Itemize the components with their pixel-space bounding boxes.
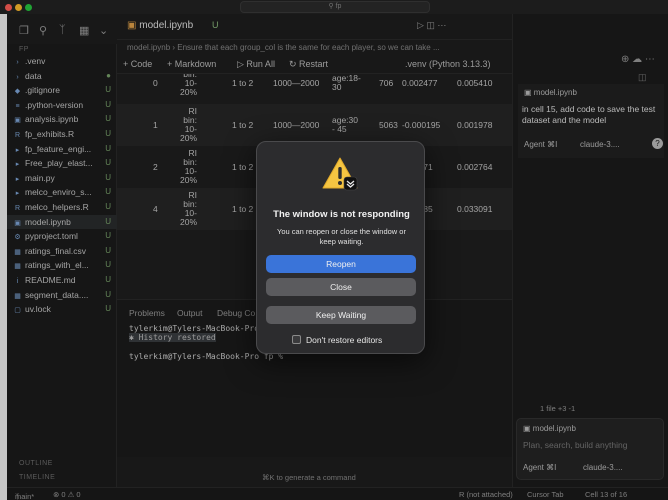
dialog-message: You can reopen or close the window or ke… [277, 227, 406, 246]
reopen-button[interactable]: Reopen [266, 255, 416, 273]
keep-waiting-button[interactable]: Keep Waiting [266, 306, 416, 324]
dont-restore-editors-checkbox[interactable]: Don't restore editors [292, 335, 382, 345]
checkbox-label: Don't restore editors [306, 335, 383, 345]
checkbox-box[interactable] [292, 335, 301, 344]
warning-icon [322, 157, 358, 191]
dialog-title: The window is not responding [273, 209, 410, 220]
not-responding-dialog: The window is not responding You can reo… [256, 141, 425, 354]
close-button[interactable]: Close [266, 278, 416, 296]
